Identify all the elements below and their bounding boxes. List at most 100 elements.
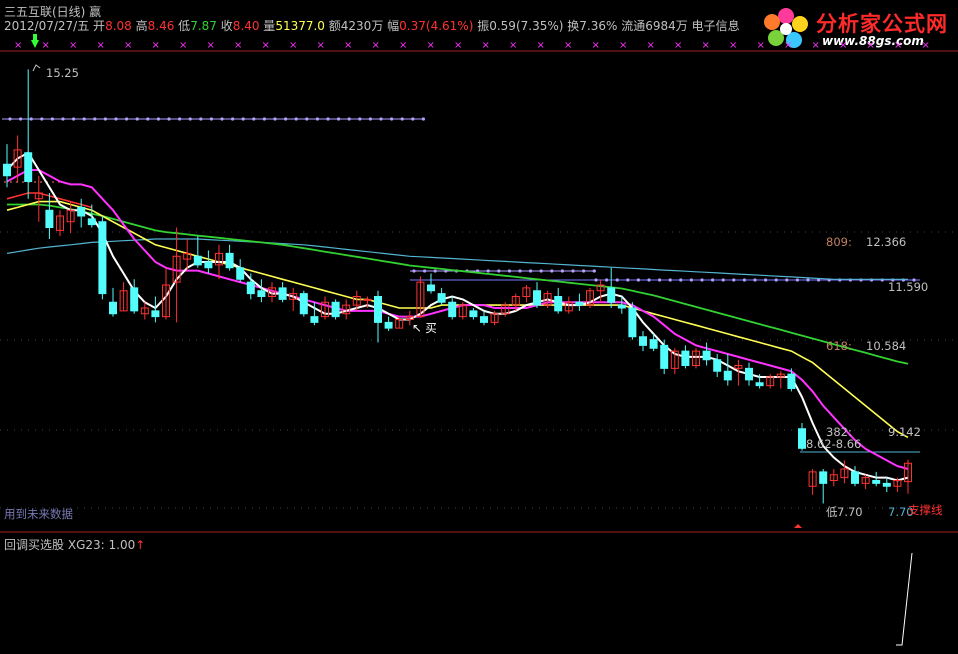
level-dot [753,278,757,282]
candle-body [225,252,234,269]
ma-cyan-line [6,238,908,280]
level-dot [188,117,192,121]
level-dot [433,269,437,273]
level-dot [615,278,619,282]
level-dot [156,117,160,121]
level-dot [539,269,543,273]
level-dot [689,278,694,282]
candle-body [384,321,393,329]
level-dot [721,278,725,282]
candle-body [374,296,382,323]
cross-mark: × [289,40,297,51]
candle-body [236,267,245,280]
cross-mark: × [839,40,847,51]
level-dot [305,117,309,121]
level-dot [679,278,683,282]
cross-mark: × [179,40,187,51]
ma-white-line [6,151,909,482]
level-dot [785,278,789,282]
level-dot [93,117,97,121]
level-dot [742,278,747,282]
level-dot [326,117,330,121]
candle-body [77,206,86,217]
sub-panel-title: 回调买选股 XG23: 1.00↑ [4,536,145,553]
level-dot [61,117,65,121]
candle-body [98,221,107,295]
level-dot [497,269,501,273]
level-dot [700,278,704,282]
level-11590-value: 11.590 [888,280,928,294]
candle-body [607,287,616,303]
cross-mark: × [619,40,627,51]
level-dot [125,117,129,121]
level-9142-value: 9.142 [888,425,921,439]
candle-body [299,293,308,315]
level-dot [412,269,416,273]
range-label: 8.62-8.66 [806,437,861,451]
candle-body [310,316,319,323]
cross-mark: × [702,40,710,51]
level-dot [421,117,425,121]
cross-mark: × [454,40,462,51]
sub-panel-arrow: ↑ [135,538,146,552]
cross-mark: × [124,40,132,51]
level-dot [29,117,33,121]
candle-body [851,471,859,484]
fib-618-value: 10.584 [866,339,906,353]
level-dot [571,269,575,273]
candle-body [639,336,647,346]
low-label: 7.70 [837,505,863,519]
candle-body [723,370,732,381]
level-dot [315,117,319,121]
cross-mark: × [372,40,380,51]
level-dot [103,117,107,121]
level-dot [486,269,490,273]
level-dot [252,117,256,121]
peak-label: 15.25 [46,66,79,80]
green-arrow-icon [31,40,39,48]
level-dot [594,278,598,282]
cross-mark: × [482,40,490,51]
level-dot [50,117,55,121]
cross-mark: × [784,40,792,51]
buy-label: ↖ 买 [412,321,437,335]
level-dot [507,269,511,273]
level-dot [668,278,672,282]
fib-618-label: 618: [826,339,852,353]
candle-body [649,339,658,349]
cross-mark: × [317,40,325,51]
level-dot [774,278,778,282]
sub-panel-indicator: XG23: 1.00 [67,538,136,552]
level-dot [8,117,12,121]
signal-marks: × × × × × × × × × × × × × × × × × × × × × × × × × × × × × × × × × × [14,34,930,646]
candle-body [617,304,626,309]
cross-mark: × [537,40,545,51]
level-dot [294,117,298,121]
level-dot [400,117,404,121]
level-dot [114,117,118,121]
level-dot [390,117,394,121]
level-dot [231,117,235,121]
cross-mark: × [234,40,242,51]
candle-body [427,284,435,292]
price-chart[interactable]: × × × × × × × × × × × × × × × × × × × × × × × × × × × × × × × × × × 15.25… [0,0,958,654]
fib-809-value: 12.366 [866,235,906,249]
cross-mark: × [14,40,22,51]
green-arrow-shaft [33,34,37,41]
candle-body [702,350,711,361]
candle-body [204,261,213,269]
cross-mark: × [399,40,407,51]
support-line-label: 支撑线 [908,503,943,517]
level-dot [284,117,288,121]
level-dot [178,117,182,121]
level-dot [560,269,565,273]
xg23-signal-line [896,552,913,646]
level-dot [795,278,800,282]
cross-mark: × [509,40,517,51]
candle-body [278,287,287,300]
level-dot [411,117,415,121]
candle-body [193,255,202,266]
level-dot [262,117,266,121]
candle-body [151,310,160,318]
cross-mark: × [812,40,820,51]
